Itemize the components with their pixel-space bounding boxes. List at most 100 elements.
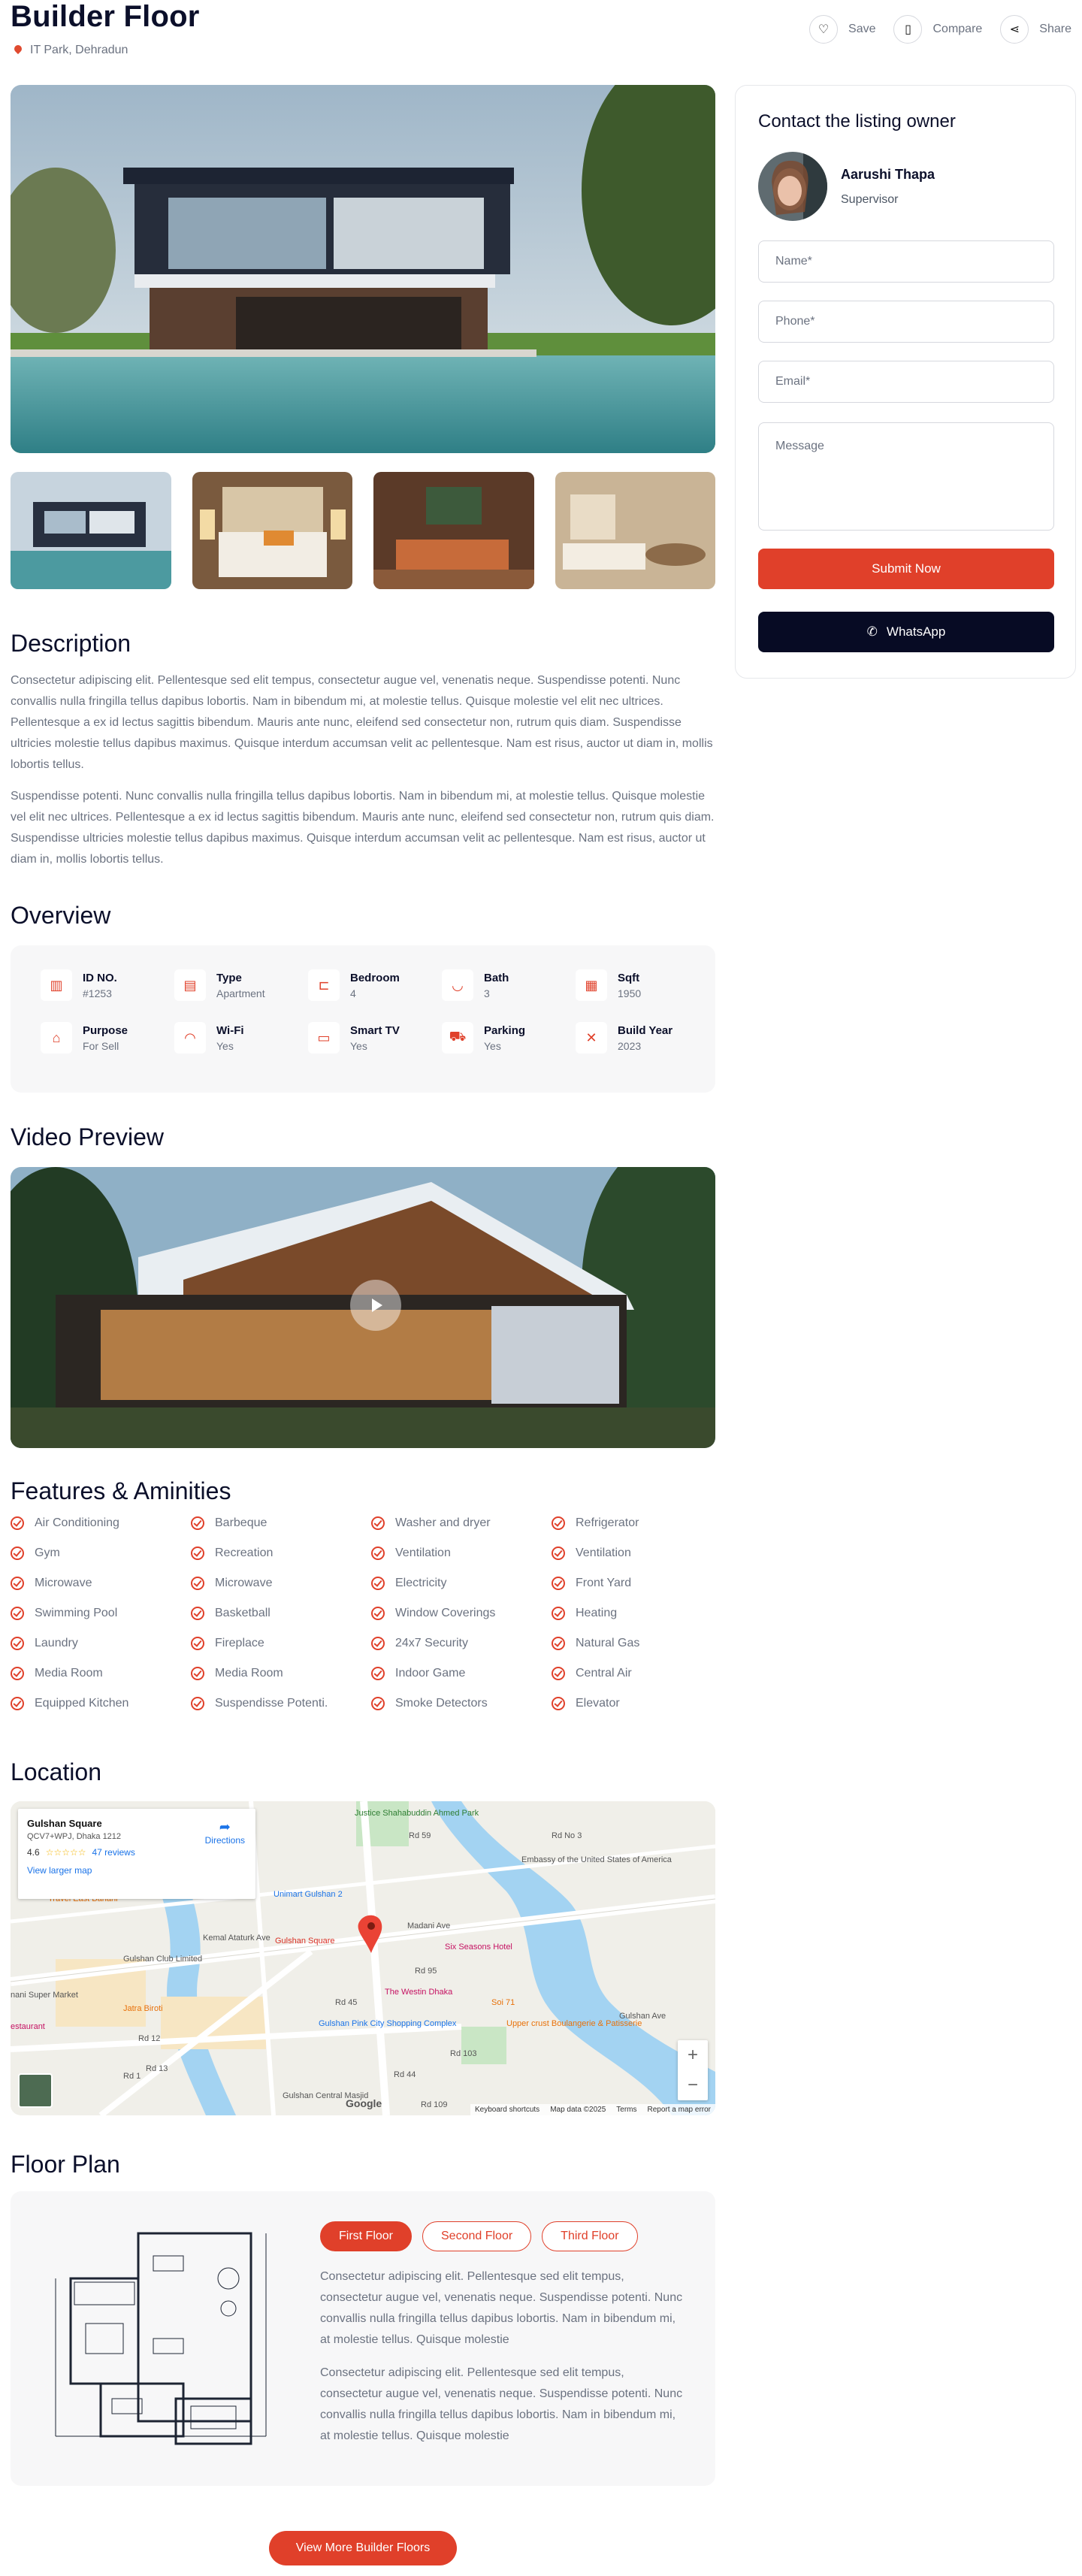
avatar [758,152,827,221]
overview-label: Smart TV [350,1023,400,1037]
zoom-out-button[interactable]: − [678,2070,708,2100]
rating-value: 4.6 [27,1847,40,1858]
phone-icon: ✆ [866,624,878,639]
zoom-in-button[interactable]: + [678,2040,708,2070]
car-icon: ⛟ [442,1022,473,1054]
play-button[interactable] [350,1280,401,1331]
feature-label: Central Air [576,1667,632,1680]
save-label: Save [848,23,876,35]
feature-label: Smoke Detectors [395,1697,488,1710]
feature-item: Fireplace [191,1637,371,1650]
check-circle-icon [552,1667,565,1680]
larger-map-link[interactable]: View larger map [27,1865,246,1876]
thumbnail-exterior[interactable] [11,472,171,589]
report-error-link[interactable]: Report a map error [648,2106,711,2114]
phone-field[interactable]: Phone* [758,301,1054,343]
feature-item: Ventilation [552,1547,732,1560]
video-preview[interactable] [11,1167,715,1448]
feature-label: Microwave [215,1577,273,1589]
floorplan-heading: Floor Plan [11,2151,120,2178]
check-circle-icon [552,1547,565,1560]
map-label: nani Super Market [11,1991,78,2000]
feature-item: Air Conditioning [11,1516,191,1530]
thumbnail-living-room[interactable] [373,472,534,589]
location-heading: Location [11,1758,101,1785]
check-circle-icon [11,1667,24,1680]
compare-button[interactable]: ▯ Compare [893,15,982,44]
floor-tabs: First Floor Second Floor Third Floor [320,2221,638,2251]
feature-label: Window Coverings [395,1607,496,1619]
description-paragraph-1: Consectetur adipiscing elit. Pellentesqu… [11,674,713,771]
whatsapp-button[interactable]: ✆ WhatsApp [758,612,1054,652]
name-field[interactable]: Name* [758,240,1054,283]
apartment-icon: ▤ [174,969,206,1001]
feature-label: Suspendisse Potenti. [215,1697,328,1710]
feature-label: Refrigerator [576,1516,639,1529]
tab-first-floor[interactable]: First Floor [320,2221,412,2251]
map-embed[interactable]: Justice Shahabuddin Ahmed Park Unimart Gu… [11,1801,715,2115]
overview-label: ID NO. [83,971,117,984]
reviews-link[interactable]: 47 reviews [92,1847,134,1858]
zoom-controls: + − [678,2040,708,2100]
feature-label: Ventilation [395,1547,451,1559]
map-label: Embassy of the United States of America [521,1855,672,1864]
map-rating: 4.6 ☆☆☆☆☆ 47 reviews [27,1847,246,1858]
area-icon: ▦ [576,969,607,1001]
map-label: Rd 45 [335,1998,358,2007]
check-circle-icon [552,1577,565,1590]
feature-label: Laundry [35,1637,78,1649]
keyboard-shortcuts-link[interactable]: Keyboard shortcuts [475,2106,539,2114]
location-pin-icon [14,45,23,56]
directions-icon: ➦ [219,1819,231,1834]
check-circle-icon [11,1637,24,1650]
share-label: Share [1039,23,1071,35]
view-more-button[interactable]: View More Builder Floors [269,2531,457,2565]
map-label: Gulshan Square [275,1937,335,1946]
floorplan-panel: First Floor Second Floor Third Floor Con… [11,2191,715,2486]
map-label: Soi 71 [491,1998,515,2007]
location-line: IT Park, Dehradun [14,44,128,57]
feature-label: Microwave [35,1577,92,1589]
feature-item: Microwave [11,1577,191,1590]
feature-item: Media Room [191,1667,371,1680]
listing-page: Builder Floor IT Park, Dehradun ♡ Save ▯… [0,0,1082,2576]
overview-item: ▥ ID NO. #1253 [41,969,174,1001]
feature-label: Media Room [35,1667,103,1680]
overview-value: Yes [350,1039,367,1052]
thumbnail-lounge[interactable] [555,472,715,589]
message-field[interactable]: Message [758,422,1054,531]
save-button[interactable]: ♡ Save [809,15,875,44]
bed-icon: ⊏ [308,969,340,1001]
main-property-image[interactable] [11,85,715,453]
feature-item: Front Yard [552,1577,732,1590]
check-circle-icon [11,1607,24,1620]
agent-card: Aarushi Thapa Supervisor [758,152,1053,221]
floorplan-paragraph-1: Consectetur adipiscing elit. Pellentesqu… [320,2270,683,2346]
share-button[interactable]: ⋖ Share [1000,15,1071,44]
check-circle-icon [552,1607,565,1620]
satellite-toggle[interactable] [18,2073,53,2108]
feature-label: Fireplace [215,1637,264,1649]
overview-label: Purpose [83,1023,128,1037]
wifi-icon: ◠ [174,1022,206,1054]
check-circle-icon [371,1547,385,1560]
overview-item: ⛟ Parking Yes [442,1022,576,1054]
tab-third-floor[interactable]: Third Floor [542,2221,638,2251]
tab-second-floor[interactable]: Second Floor [422,2221,532,2251]
check-circle-icon [191,1697,204,1710]
overview-label: Bedroom [350,971,400,984]
map-label: estaurant [11,2022,45,2031]
email-field[interactable]: Email* [758,361,1054,403]
submit-button[interactable]: Submit Now [758,549,1054,589]
feature-label: Swimming Pool [35,1607,118,1619]
whatsapp-label: WhatsApp [886,624,946,639]
check-circle-icon [552,1637,565,1650]
feature-label: Heating [576,1607,618,1619]
terms-link[interactable]: Terms [616,2106,636,2114]
directions-button[interactable]: ➦ Directions [205,1819,245,1846]
thumbnail-bedroom[interactable] [192,472,352,589]
directions-label: Directions [204,1835,245,1846]
overview-item: ▦ Sqft 1950 [576,969,709,1001]
listing-actions: ♡ Save ▯ Compare ⋖ Share [809,15,1071,44]
feature-item: Window Coverings [371,1607,552,1620]
